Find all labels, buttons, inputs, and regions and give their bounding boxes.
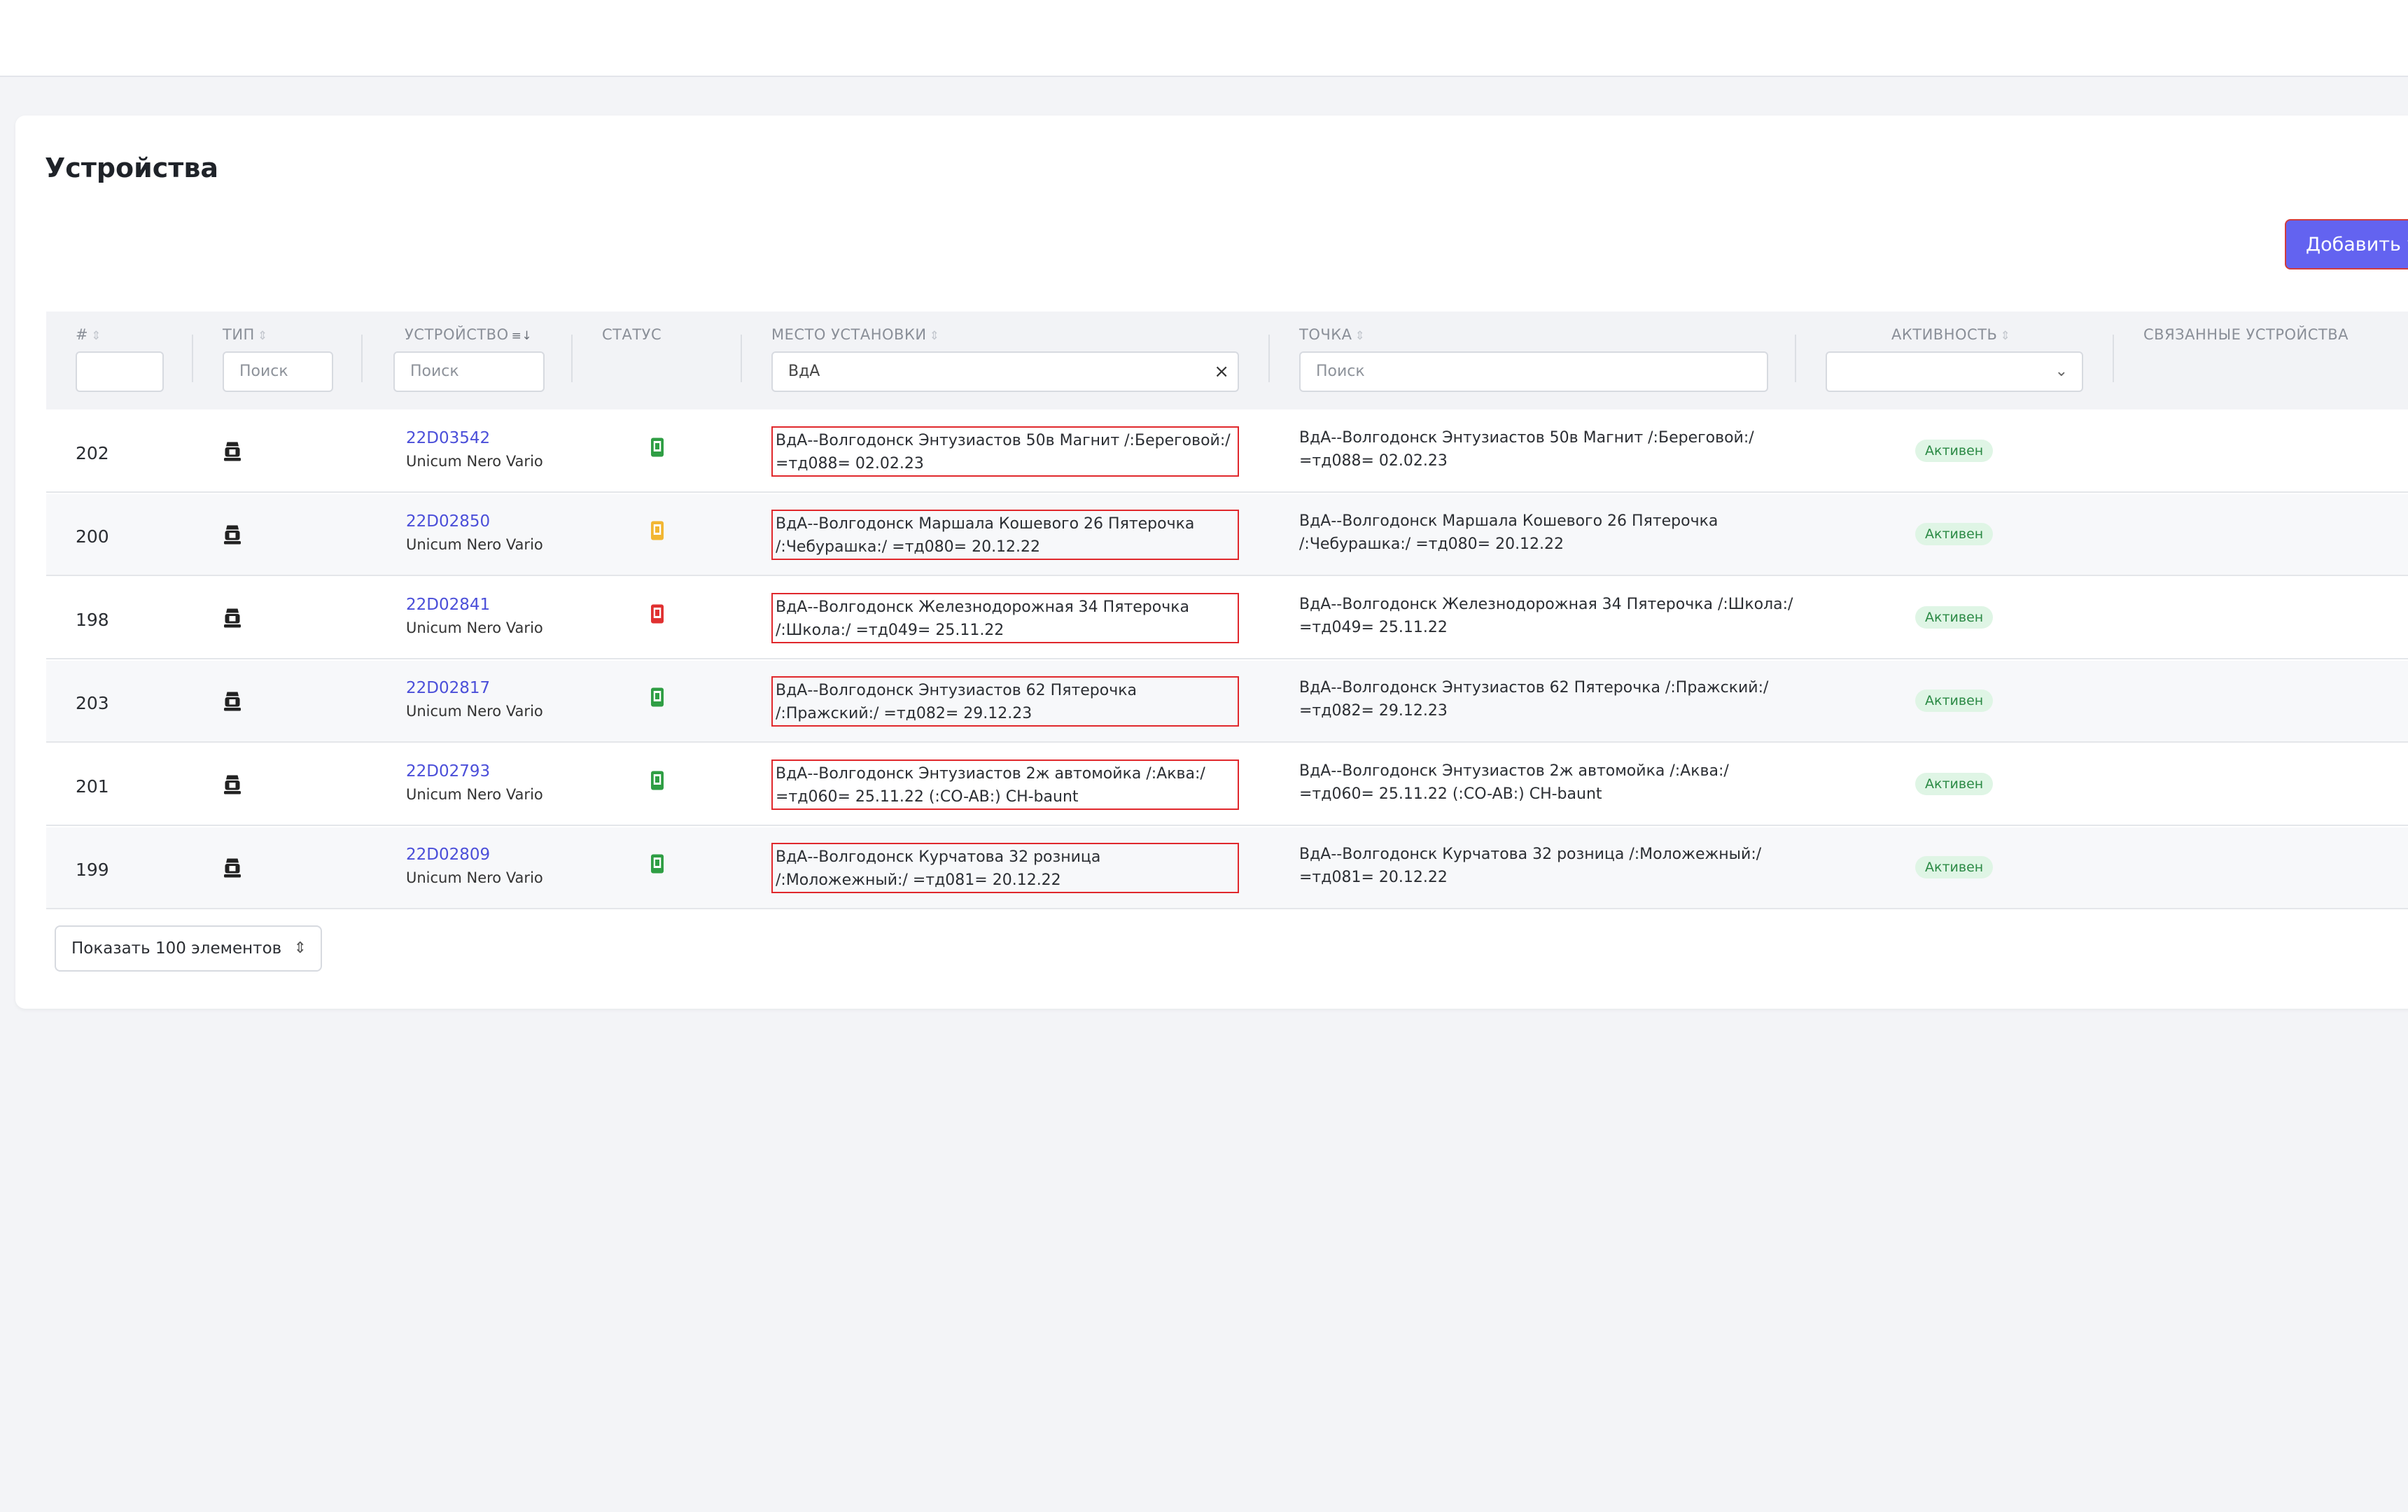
place-filter-value: ВдА xyxy=(788,363,820,380)
coffee-machine-icon xyxy=(224,692,241,711)
point-name: ВдА--Волгодонск Курчатова 32 розница /:М… xyxy=(1299,846,1762,886)
installation-place: ВдА--Волгодонск Энтузиастов 50в Магнит /… xyxy=(771,426,1239,477)
device-model: Unicum Nero Vario xyxy=(406,453,543,470)
device-model: Unicum Nero Vario xyxy=(406,786,543,803)
page-size-label: Показать 100 элементов xyxy=(71,939,282,958)
activity-filter-select[interactable]: ⌄ xyxy=(1826,351,2083,392)
device-filter-input[interactable]: Поиск xyxy=(393,351,545,392)
page-size-select[interactable]: Показать 100 элементов ⇕ xyxy=(55,925,322,972)
status-icon xyxy=(651,854,664,874)
status-icon xyxy=(651,521,664,540)
device-link[interactable]: 22D02841 xyxy=(406,596,490,614)
point-name: ВдА--Волгодонск Железнодорожная 34 Пятер… xyxy=(1299,596,1793,636)
table-row: 199 22D02809 Unicum Nero Vario ВдА--Волгодо… xyxy=(46,827,2408,909)
column-separator xyxy=(192,335,193,382)
column-header-linked: СВЯЗАННЫЕ УСТРОЙСТВА xyxy=(2143,326,2348,343)
device-model: Unicum Nero Vario xyxy=(406,869,543,886)
table-row: 200 22D02850 Unicum Nero Vario ВдА--Волгодо… xyxy=(46,494,2408,576)
coffee-machine-icon xyxy=(224,858,241,878)
device-link[interactable]: 22D02817 xyxy=(406,679,490,697)
column-header-num[interactable]: # ⇕ xyxy=(76,326,102,343)
column-separator xyxy=(1795,335,1796,382)
device-model: Unicum Nero Vario xyxy=(406,703,543,720)
row-id: 200 xyxy=(76,526,109,547)
point-name: ВдА--Волгодонск Энтузиастов 62 Пятерочка… xyxy=(1299,679,1769,720)
device-link[interactable]: 22D03542 xyxy=(406,429,490,447)
device-model: Unicum Nero Vario xyxy=(406,536,543,553)
table-row: 202 22D03542 Unicum Nero Vario ВдА--Волгодо… xyxy=(46,411,2408,493)
installation-place: ВдА--Волгодонск Энтузиастов 62 Пятерочка… xyxy=(771,676,1239,727)
table-row: 198 22D02841 Unicum Nero Vario ВдА--Волгодо… xyxy=(46,578,2408,659)
installation-place: ВдА--Волгодонск Железнодорожная 34 Пятер… xyxy=(771,593,1239,643)
column-header-place[interactable]: МЕСТО УСТАНОВКИ ⇕ xyxy=(771,326,939,343)
row-id: 199 xyxy=(76,860,109,880)
point-name: ВдА--Волгодонск Маршала Кошевого 26 Пяте… xyxy=(1299,512,1718,553)
sort-icon: ⇕ xyxy=(91,329,102,343)
status-icon xyxy=(651,771,664,790)
installation-place: ВдА--Волгодонск Энтузиастов 2ж автомойка… xyxy=(771,760,1239,810)
status-badge: Активен xyxy=(1915,440,1994,462)
row-id: 203 xyxy=(76,693,109,713)
sort-icon: ⇕ xyxy=(929,329,940,343)
column-separator xyxy=(361,335,363,382)
point-name: ВдА--Волгодонск Энтузиастов 2ж автомойка… xyxy=(1299,762,1729,803)
page-title: Устройства xyxy=(45,153,219,183)
device-link[interactable]: 22D02850 xyxy=(406,512,490,531)
status-icon xyxy=(651,687,664,707)
type-filter-input[interactable]: Поиск xyxy=(223,351,333,392)
column-separator xyxy=(1268,335,1270,382)
point-name: ВдА--Волгодонск Энтузиастов 50в Магнит /… xyxy=(1299,429,1754,470)
sort-icon: ⇕ xyxy=(2000,329,2011,343)
status-badge: Активен xyxy=(1915,690,1994,712)
coffee-machine-icon xyxy=(224,442,241,461)
status-icon xyxy=(651,438,664,457)
column-separator xyxy=(741,335,742,382)
coffee-machine-icon xyxy=(224,525,241,545)
table-row: 203 22D02817 Unicum Nero Vario ВдА--Волгодо… xyxy=(46,661,2408,743)
status-badge: Активен xyxy=(1915,606,1994,629)
status-icon xyxy=(651,604,664,624)
column-header-type[interactable]: ТИП ⇕ xyxy=(223,326,268,343)
column-header-device[interactable]: УСТРОЙСТВО ≡↓ xyxy=(405,326,532,343)
point-filter-input[interactable]: Поиск xyxy=(1299,351,1768,392)
column-header-point[interactable]: ТОЧКА ⇕ xyxy=(1299,326,1365,343)
viewport: Устройства Добавить у # ⇕ ТИП ⇕ УСТРОЙСТВО… xyxy=(0,0,2408,1512)
installation-place: ВдА--Волгодонск Курчатова 32 розница /:М… xyxy=(771,843,1239,893)
chevron-down-icon: ⌄ xyxy=(2054,363,2068,380)
column-separator xyxy=(2113,335,2114,382)
coffee-machine-icon xyxy=(224,775,241,794)
place-filter-input[interactable]: ВдА × xyxy=(771,351,1239,392)
row-id: 198 xyxy=(76,610,109,630)
status-badge: Активен xyxy=(1915,523,1994,545)
row-id: 201 xyxy=(76,776,109,797)
column-header-activity[interactable]: АКТИВНОСТЬ ⇕ xyxy=(1891,326,2010,343)
chevron-up-down-icon: ⇕ xyxy=(293,939,307,957)
row-id: 202 xyxy=(76,443,109,463)
device-link[interactable]: 22D02793 xyxy=(406,762,490,780)
device-model: Unicum Nero Vario xyxy=(406,620,543,636)
clear-icon[interactable]: × xyxy=(1214,353,1229,391)
column-separator xyxy=(571,335,573,382)
status-badge: Активен xyxy=(1915,773,1994,795)
table-row: 201 22D02793 Unicum Nero Vario ВдА--Волгодо… xyxy=(46,744,2408,826)
num-filter-input[interactable] xyxy=(76,351,164,392)
sort-desc-icon: ≡↓ xyxy=(511,329,533,343)
installation-place: ВдА--Волгодонск Маршала Кошевого 26 Пяте… xyxy=(771,510,1239,560)
sort-icon: ⇕ xyxy=(1354,329,1366,343)
sort-icon: ⇕ xyxy=(257,329,268,343)
coffee-machine-icon xyxy=(224,608,241,628)
device-link[interactable]: 22D02809 xyxy=(406,846,490,864)
column-header-status: СТАТУС xyxy=(602,326,662,343)
status-badge: Активен xyxy=(1915,856,1994,878)
add-device-button[interactable]: Добавить у xyxy=(2285,219,2408,270)
